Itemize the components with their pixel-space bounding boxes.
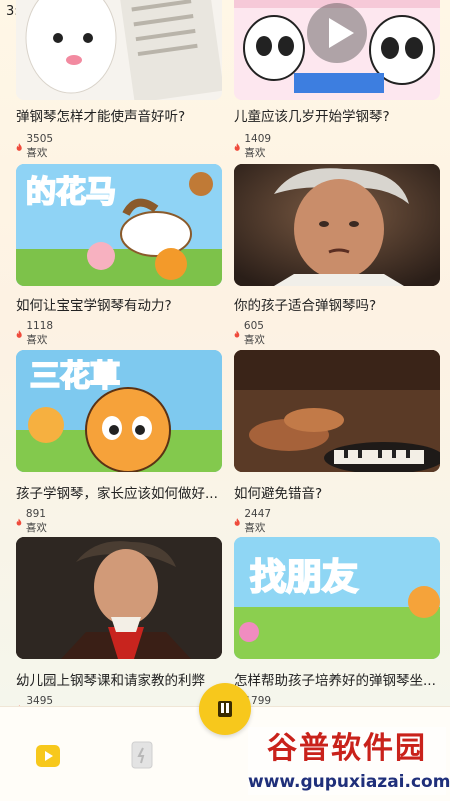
like-count-text: 3505喜欢 <box>26 133 54 159</box>
video-title[interactable]: 如何让宝宝学钢琴有动力? <box>16 294 222 314</box>
watermark: 谷普软件园 www.gupuxiazai.com <box>248 727 450 795</box>
video-title[interactable]: 怎样帮助孩子培养好的弹钢琴坐... <box>234 669 440 689</box>
video-thumbnail[interactable] <box>16 537 222 659</box>
video-title[interactable]: 如何避免错音? <box>234 482 440 502</box>
like-count: 605喜欢 <box>234 320 268 347</box>
video-title[interactable]: 幼儿园上钢琴课和请家教的利弊 <box>16 669 222 689</box>
thumb-title-text: 三花草 <box>30 359 120 394</box>
video-thumbnail[interactable] <box>234 164 440 286</box>
video-thumbnail[interactable] <box>16 0 222 100</box>
thumb-title-text: 的花马 <box>26 175 116 210</box>
flame-icon <box>16 329 22 338</box>
video-thumbnail[interactable]: 的花马 <box>16 164 222 286</box>
like-count-text: 605喜欢 <box>243 320 265 346</box>
video-title[interactable]: 孩子学钢琴，家长应该如何做好... <box>16 482 222 502</box>
flame-icon <box>16 517 22 526</box>
video-title[interactable]: 你的孩子适合弹钢琴吗? <box>234 294 440 314</box>
watermark-url: www.gupuxiazai.com <box>248 772 450 792</box>
thumb-title-text: 找朋友 <box>250 557 358 598</box>
video-thumbnail[interactable]: 三花草 <box>16 350 222 472</box>
book-tab-icon <box>131 741 153 769</box>
like-count-text: 2447喜欢 <box>244 508 272 534</box>
play-pause-button[interactable] <box>199 683 251 735</box>
like-count: 891喜欢 <box>16 508 50 535</box>
like-count: 2447喜欢 <box>234 508 275 535</box>
flame-icon <box>16 142 22 151</box>
video-thumbnail[interactable] <box>234 0 440 100</box>
video-title[interactable]: 弹钢琴怎样才能使声音好听? <box>16 105 222 125</box>
nav-tab-video[interactable] <box>34 743 62 769</box>
like-count: 3505喜欢 <box>16 133 57 160</box>
pause-icon <box>218 701 232 717</box>
like-count-text: 891喜欢 <box>25 508 47 534</box>
like-count-text: 1118喜欢 <box>26 320 54 346</box>
nav-tab-book[interactable] <box>130 740 154 770</box>
flame-icon <box>234 329 240 338</box>
video-thumbnail[interactable] <box>234 350 440 472</box>
flame-icon <box>234 517 240 526</box>
like-count: 1118喜欢 <box>16 320 57 347</box>
video-thumbnail[interactable]: 找朋友 <box>234 537 440 659</box>
video-title[interactable]: 儿童应该几岁开始学钢琴? <box>234 105 440 125</box>
like-count-text: 1409喜欢 <box>244 133 272 159</box>
like-count: 1409喜欢 <box>234 133 275 160</box>
video-tab-icon <box>36 745 60 767</box>
flame-icon <box>234 142 240 151</box>
watermark-logo: 谷普软件园 <box>267 731 427 766</box>
